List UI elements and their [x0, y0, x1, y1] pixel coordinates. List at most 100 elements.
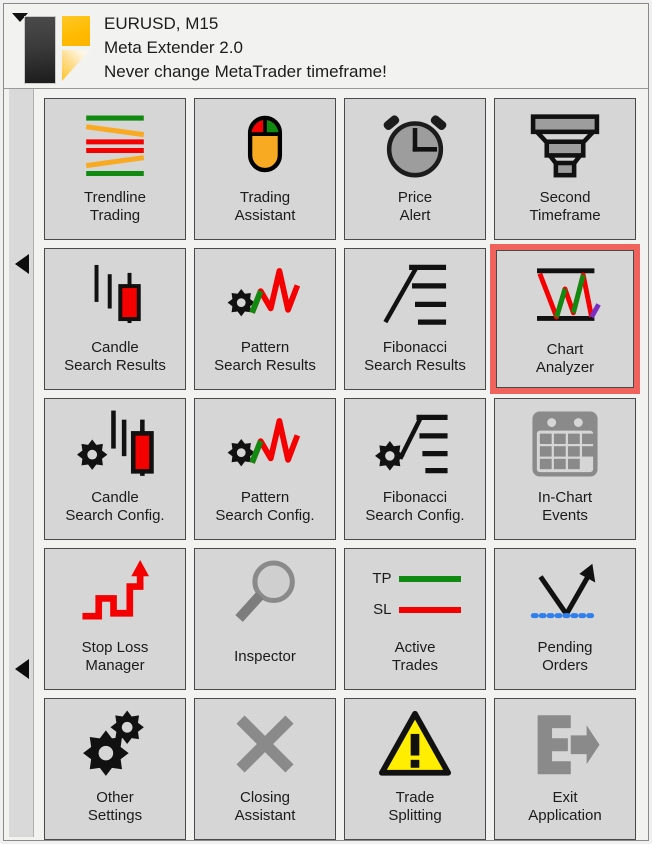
tile-label-line1: Pattern	[240, 489, 290, 506]
tile-label-exit-application: Exit Application	[495, 789, 635, 825]
tile-label-second-timeframe: Second Timeframe	[495, 189, 635, 225]
grid-cell-in-chart-events: In-Chart Events	[490, 394, 640, 544]
grid-cell-candle-search-results: Candle Search Results	[40, 244, 190, 394]
grid-cell-active-trades: TP SL Active Trades	[340, 544, 490, 694]
tile-label-line2: Assistant	[234, 807, 296, 824]
tile-inspector[interactable]: Inspector	[194, 548, 336, 690]
tile-chart-analyzer[interactable]: Chart Analyzer	[496, 250, 634, 388]
tile-label-line2: Splitting	[388, 807, 442, 824]
gears-icon	[44, 699, 186, 789]
tile-label-line2: Alert	[399, 207, 431, 224]
button-grid: Trendline Trading Trading Assistant Price Ale…	[40, 94, 640, 844]
selection-highlight-frame: Chart Analyzer	[490, 244, 640, 394]
warning-triangle-icon	[344, 699, 486, 789]
tile-label-line2: Assistant	[234, 207, 296, 224]
tile-label-line1: Chart	[546, 341, 584, 358]
tile-label-line1: Closing	[239, 789, 291, 806]
triangle-left-icon-bottom[interactable]	[15, 659, 29, 679]
tile-label-fibonacci-search-results: Fibonacci Search Results	[345, 339, 485, 375]
grid-cell-stop-loss-manager: Stop Loss Manager	[40, 544, 190, 694]
grid-cell-chart-analyzer: Chart Analyzer	[490, 244, 640, 394]
mouse-icon	[194, 99, 336, 189]
candlestick-gear-icon	[44, 399, 186, 489]
tile-in-chart-events[interactable]: In-Chart Events	[494, 398, 636, 540]
grid-cell-trading-assistant: Trading Assistant	[190, 94, 340, 244]
tile-label-line2: Timeframe	[529, 207, 601, 224]
grid-cell-pattern-search-config: Pattern Search Config.	[190, 394, 340, 544]
grid-cell-second-timeframe: Second Timeframe	[490, 94, 640, 244]
magnifier-icon	[194, 549, 336, 639]
tile-label-line2: Search Results	[214, 357, 316, 374]
panel-header: EURUSD, M15 Meta Extender 2.0 Never chan…	[4, 4, 648, 89]
grid-cell-inspector: Inspector	[190, 544, 340, 694]
tile-pending-orders[interactable]: Pending Orders	[494, 548, 636, 690]
grid-cell-fibonacci-search-results: Fibonacci Search Results	[340, 244, 490, 394]
tile-closing-assistant[interactable]: Closing Assistant	[194, 698, 336, 840]
tile-label-line2: Search Config.	[365, 507, 465, 524]
logo-bar-shape	[24, 16, 56, 84]
grid-cell-candle-search-config: Candle Search Config.	[40, 394, 190, 544]
tile-label-line2: Analyzer	[535, 359, 595, 376]
tile-label-line2: Manager	[85, 657, 145, 674]
tile-label-pending-orders: Pending Orders	[495, 639, 635, 675]
tile-candle-search-config[interactable]: Candle Search Config.	[44, 398, 186, 540]
pending-arrow-icon	[494, 549, 636, 639]
tile-fibonacci-search-results[interactable]: Fibonacci Search Results	[344, 248, 486, 390]
triangle-left-icon-top[interactable]	[15, 254, 29, 274]
tile-label-line2: Trading	[89, 207, 141, 224]
funnel-icon	[494, 99, 636, 189]
grid-cell-fibonacci-search-config: Fibonacci Search Config.	[340, 394, 490, 544]
tile-other-settings[interactable]: Other Settings	[44, 698, 186, 840]
tile-label-trendline-trading: Trendline Trading	[45, 189, 185, 225]
tile-label-line1: Price	[397, 189, 433, 206]
tile-active-trades[interactable]: TP SL Active Trades	[344, 548, 486, 690]
tile-label-line1: Trendline	[84, 189, 146, 206]
tile-label-stop-loss-manager: Stop Loss Manager	[45, 639, 185, 675]
tile-label-line2: Settings	[87, 807, 143, 824]
tile-label-closing-assistant: Closing Assistant	[195, 789, 335, 825]
tile-stop-loss-manager[interactable]: Stop Loss Manager	[44, 548, 186, 690]
tile-pattern-search-config[interactable]: Pattern Search Config.	[194, 398, 336, 540]
zigzag-gear-icon	[194, 249, 336, 339]
tile-label-line1: Fibonacci	[382, 489, 448, 506]
tile-candle-search-results[interactable]: Candle Search Results	[44, 248, 186, 390]
tile-fibonacci-search-config[interactable]: Fibonacci Search Config.	[344, 398, 486, 540]
tile-label-trade-splitting: Trade Splitting	[345, 789, 485, 825]
tile-label-price-alert: Price Alert	[345, 189, 485, 225]
tile-label-line1: Exit	[552, 789, 578, 806]
tile-label-line2: Search Results	[364, 357, 466, 374]
tile-price-alert[interactable]: Price Alert	[344, 98, 486, 240]
tile-second-timeframe[interactable]: Second Timeframe	[494, 98, 636, 240]
tile-label-line1: Candle	[91, 489, 139, 506]
tile-label-line1: Pending	[537, 639, 593, 656]
tile-label-line1: In-Chart	[537, 489, 593, 506]
tile-label-line2: Search Results	[64, 357, 166, 374]
tile-label-inspector: Inspector	[195, 648, 335, 666]
logo-square-shape	[62, 16, 90, 46]
tile-label-line1: Inspector	[234, 648, 296, 665]
meta-extender-logo	[24, 14, 92, 86]
candlestick-icon	[44, 249, 186, 339]
tile-label-line1: Trade	[395, 789, 435, 806]
calendar-icon	[494, 399, 636, 489]
tile-label-line2: Events	[542, 507, 588, 524]
tile-exit-application[interactable]: Exit Application	[494, 698, 636, 840]
tile-label-line2: Search Config.	[65, 507, 165, 524]
tile-label-line1: Other	[96, 789, 134, 806]
tile-label-line1: Candle	[91, 339, 139, 356]
tile-label-candle-search-results: Candle Search Results	[45, 339, 185, 375]
tile-trading-assistant[interactable]: Trading Assistant	[194, 98, 336, 240]
tile-pattern-search-results[interactable]: Pattern Search Results	[194, 248, 336, 390]
cross-icon	[194, 699, 336, 789]
fibonacci-levels-icon	[344, 249, 486, 339]
tile-label-line1: Stop Loss	[81, 639, 149, 656]
grid-cell-closing-assistant: Closing Assistant	[190, 694, 340, 844]
tile-trade-splitting[interactable]: Trade Splitting	[344, 698, 486, 840]
grid-cell-trade-splitting: Trade Splitting	[340, 694, 490, 844]
zigzag-gear-icon	[194, 399, 336, 489]
tile-label-line1: Second	[539, 189, 591, 206]
tile-label-line1: Pattern	[240, 339, 290, 356]
tile-trendline-trading[interactable]: Trendline Trading	[44, 98, 186, 240]
tile-label-fibonacci-search-config: Fibonacci Search Config.	[345, 489, 485, 525]
panel-body: Trendline Trading Trading Assistant Price Ale…	[4, 89, 648, 840]
